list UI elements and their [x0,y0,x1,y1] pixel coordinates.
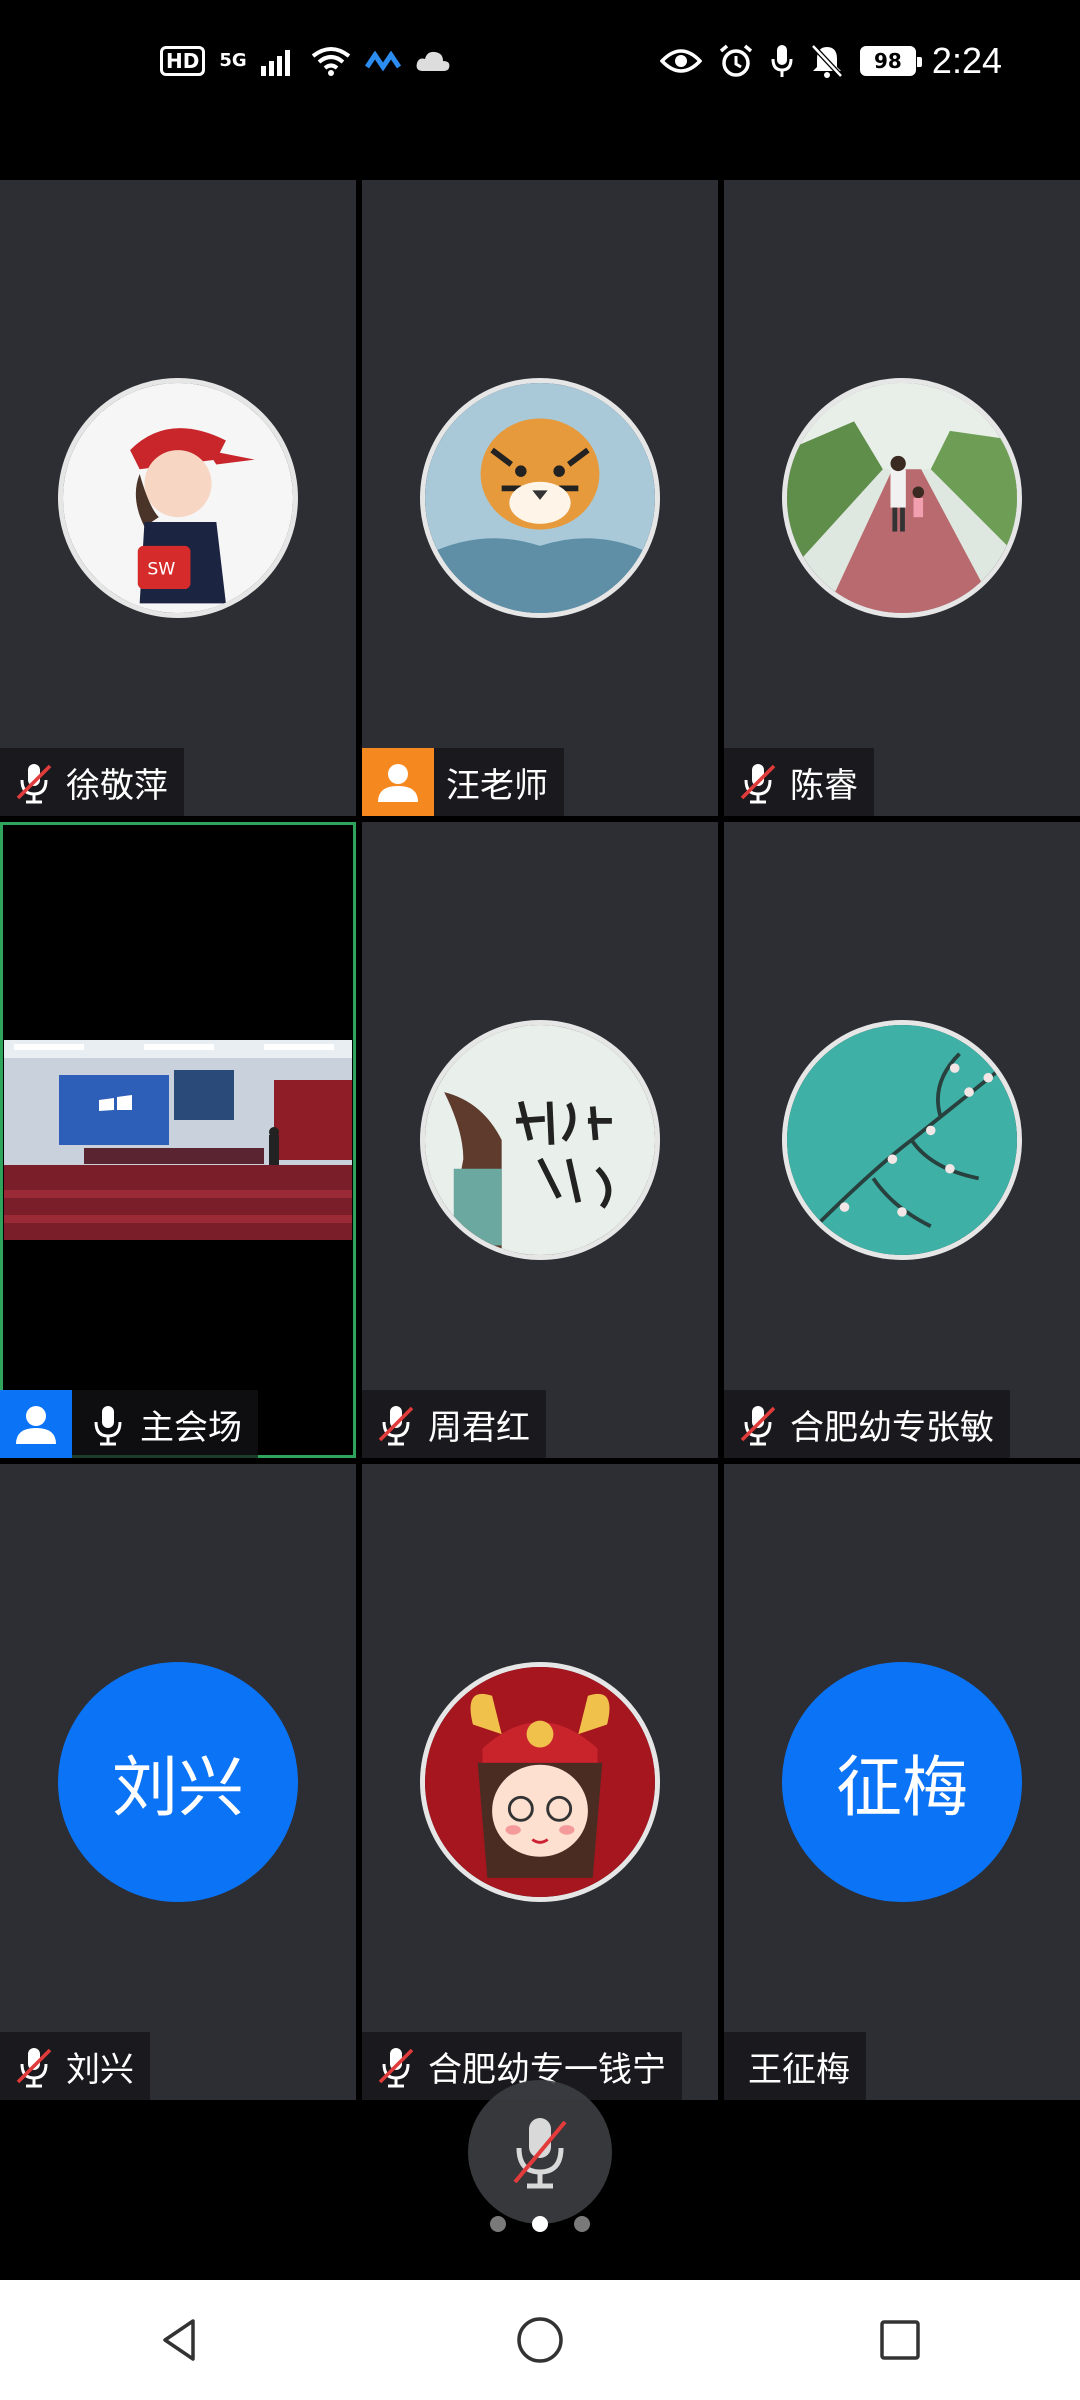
network-type: 5G [219,50,247,71]
status-right: 98 2:24 [659,40,1002,82]
teal-blossom-image [787,1025,1017,1255]
mic-muted-icon [16,2048,52,2088]
status-bar: HD 5G 98 2:24 [0,0,1080,140]
participant-tile[interactable]: 周君红 [362,822,718,1458]
participant-name: 徐敬萍 [66,765,168,806]
mic-muted-icon [740,764,776,804]
participant-tile[interactable]: 汪老师 [362,180,718,816]
participant-label: 汪老师 [362,748,564,816]
eye-icon [659,49,702,73]
participant-avatar [420,1020,660,1260]
conference-hall-video [4,1040,352,1240]
mute-toggle-button[interactable] [468,2080,612,2224]
page-dot[interactable] [490,2216,506,2232]
app-notification-icon [364,51,401,71]
bell-muted-icon [811,44,843,78]
back-triangle-icon [163,2319,195,2361]
page-dot[interactable] [574,2216,590,2232]
path-walk-image [787,383,1017,613]
participant-name: 刘兴 [66,2049,134,2090]
navigation-bar [0,2280,1080,2400]
mic-icon [94,1406,122,1446]
participant-tile[interactable]: 刘兴 刘兴 [0,1464,356,2100]
participant-name: 合肥幼专张敏 [790,1407,994,1448]
mic-muted-icon [378,1406,414,1446]
status-left: HD 5G [160,46,451,76]
person-icon [362,748,434,816]
participant-tile[interactable]: 陈睿 [724,180,1080,816]
battery-level: 98 [874,49,902,73]
participant-tile-active[interactable]: 主会场 [0,822,356,1458]
page-dot-active[interactable] [532,2216,548,2232]
battery-icon: 98 [859,46,922,76]
participant-label: 合肥幼专张敏 [724,1390,1010,1458]
microphone-status-icon [771,45,793,77]
home-circle-icon [517,2317,563,2363]
back-button[interactable] [140,2300,220,2380]
recents-square-icon [880,2320,920,2360]
participant-label: 陈睿 [724,748,874,816]
participant-avatar [782,1020,1022,1260]
participant-avatar [420,1662,660,1902]
participant-label: 周君红 [362,1390,546,1458]
participant-name: 陈睿 [790,765,858,806]
page-indicator [0,2216,1080,2232]
tiger-image [425,383,655,613]
mic-muted-icon [378,2048,414,2088]
person-icon [0,1390,72,1458]
participant-label: 刘兴 [0,2032,150,2100]
alarm-icon [719,44,753,77]
hd-indicator: HD [160,46,206,76]
home-button[interactable] [500,2300,580,2380]
signal-icon [260,50,290,76]
participant-tile[interactable]: SW 徐敬萍 [0,180,356,816]
cloud-icon [416,51,450,71]
participant-label: 王征梅 [724,2032,866,2100]
clock: 2:24 [931,40,1002,81]
ox-girl-image [425,1667,655,1897]
participant-avatar [782,378,1022,618]
text-avatar: 征梅 [782,1662,1022,1902]
participant-name: 王征梅 [748,2049,850,2090]
participant-tile[interactable]: 征梅 王征梅 [724,1464,1080,2100]
text-avatar: 刘兴 [58,1662,298,1902]
mic-muted-icon [513,2118,567,2189]
participant-tile[interactable]: 合肥幼专一钱宁 [362,1464,718,2100]
participant-label: 徐敬萍 [0,748,184,816]
svg-text:SW: SW [147,560,175,580]
participant-name: 主会场 [140,1407,242,1448]
girl-calligraphy-image [425,1025,655,1255]
girl-red-cap-image: SW [63,383,293,613]
participant-tile[interactable]: 合肥幼专张敏 [724,822,1080,1458]
participant-avatar: SW [58,378,298,618]
participant-avatar [420,378,660,618]
recents-button[interactable] [860,2300,940,2380]
mic-muted-icon [740,1406,776,1446]
participant-name: 汪老师 [446,765,548,806]
mic-muted-icon [16,764,52,804]
participant-name: 周君红 [428,1407,530,1448]
wifi-icon [311,47,350,76]
participant-label: 主会场 [0,1390,258,1458]
participant-grid: SW 徐敬萍 汪老师 陈睿 主会场 周君红 合肥幼专张敏 刘兴 刘兴 合肥幼专一… [0,180,1080,2100]
